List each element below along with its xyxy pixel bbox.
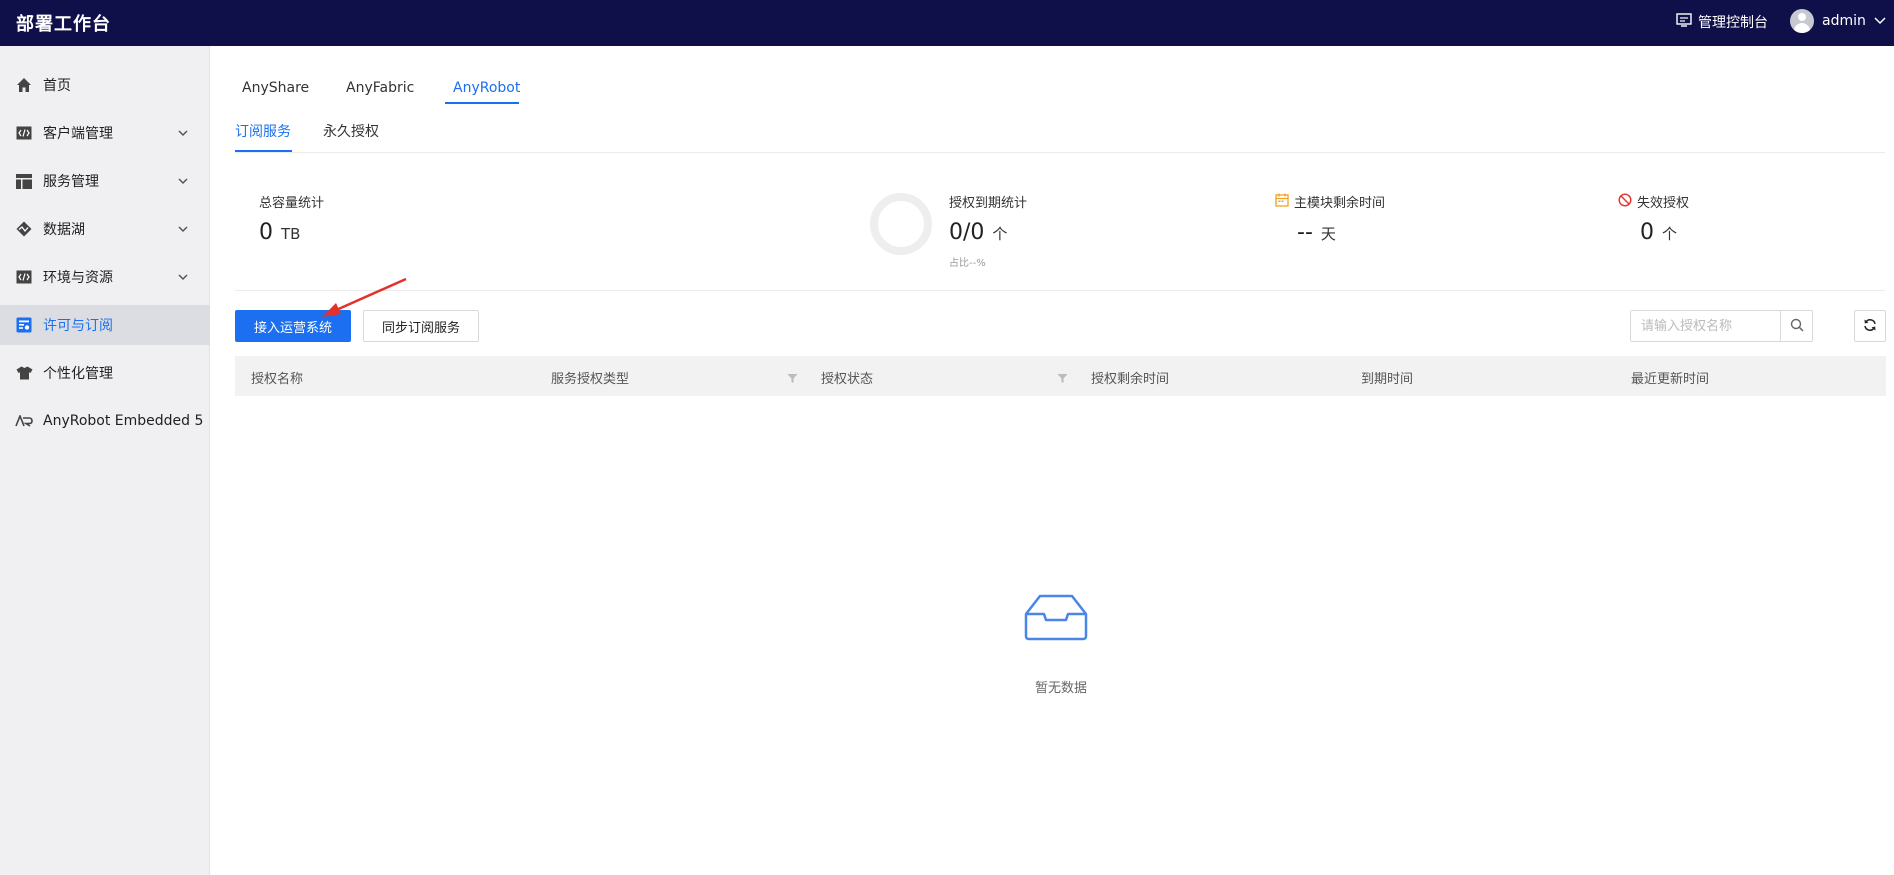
top-bar: 部署工作台 管理控制台 admin [0,0,1894,46]
code-window-icon [15,268,33,286]
avatar [1790,9,1814,33]
management-console-link[interactable]: 管理控制台 [1676,12,1768,32]
invalid-label-text: 失效授权 [1637,196,1690,211]
anyrobot-icon [15,412,33,430]
tab-permanent-license[interactable]: 永久授权 [323,121,379,141]
forbidden-icon [1618,192,1632,211]
sidebar-item-label: 环境与资源 [43,270,113,286]
sidebar-item-anyrobot-embedded[interactable]: AnyRobot Embedded 5 [0,401,210,441]
sidebar-item-data-lake[interactable]: 数据湖 [0,209,210,249]
remaining-label-text: 主模块剩余时间 [1294,196,1386,211]
filter-icon[interactable] [787,369,798,388]
sidebar-item-client-management[interactable]: 客户端管理 [0,113,210,153]
capacity-stat-value: 0 TB [259,220,300,245]
invalid-stat-label: 失效授权 [1618,192,1689,211]
console-icon [1676,13,1692,31]
sidebar-item-label: AnyRobot Embedded 5 [43,413,204,429]
refresh-icon [1863,317,1877,336]
remaining-stat-value: -- 天 [1297,220,1336,245]
capacity-value: 0 [259,220,273,245]
divider [235,152,1885,153]
column-header: 授权状态 [821,372,874,387]
tab-anyshare[interactable]: AnyShare [242,80,309,96]
column-header: 授权剩余时间 [1091,372,1170,387]
chevron-down-icon [178,269,188,285]
capacity-unit: TB [281,225,301,243]
tab-subscription-service[interactable]: 订阅服务 [235,121,291,141]
user-name: admin [1822,13,1866,29]
layout-icon [15,172,33,190]
invalid-unit: 个 [1662,225,1678,243]
sidebar-item-label: 客户端管理 [43,126,113,142]
remaining-stat-label: 主模块剩余时间 [1275,192,1385,211]
invalid-value: 0 [1640,220,1654,245]
filter-icon[interactable] [1057,369,1068,388]
column-header: 服务授权类型 [551,372,630,387]
pulse-icon [15,220,33,238]
sidebar-item-home[interactable]: 首页 [0,65,210,105]
expiry-stat-label: 授权到期统计 [949,196,1028,211]
capacity-stat-label: 总容量统计 [259,196,325,211]
main-content: AnyShare AnyFabric AnyRobot 订阅服务 永久授权 总容… [211,46,1894,875]
search-input[interactable] [1631,311,1780,341]
sync-subscription-button[interactable]: 同步订阅服务 [363,310,479,342]
tab-anyrobot[interactable]: AnyRobot [453,80,520,96]
search-icon [1790,317,1804,336]
expiry-unit: 个 [992,225,1008,243]
chevron-down-icon [178,125,188,141]
empty-inbox-icon [988,576,1124,686]
license-icon [15,316,33,334]
column-header: 到期时间 [1361,372,1414,387]
sidebar-item-license-subscription[interactable]: 许可与订阅 [0,305,210,345]
active-tab-indicator [445,102,519,104]
shirt-icon [15,364,33,382]
console-label: 管理控制台 [1698,15,1768,31]
calendar-icon [1275,193,1289,211]
expiry-donut-chart [870,193,932,255]
sidebar-item-label: 许可与订阅 [43,318,113,334]
remaining-unit: 天 [1320,225,1336,243]
refresh-button[interactable] [1854,310,1886,342]
app-title: 部署工作台 [16,14,111,35]
chevron-down-icon [178,221,188,237]
search-button[interactable] [1780,311,1812,341]
chevron-down-icon [178,173,188,189]
sidebar-item-label: 服务管理 [43,174,99,190]
sidebar: 首页 客户端管理 服务管理 数据湖 环境与资源 许可与订阅 个性化管理 AnyR… [0,46,210,875]
home-icon [15,76,33,94]
connect-operations-button[interactable]: 接入运营系统 [235,310,351,342]
sidebar-item-service-management[interactable]: 服务管理 [0,161,210,201]
sidebar-item-label: 个性化管理 [43,366,113,382]
divider [235,290,1885,291]
column-header: 最近更新时间 [1631,372,1710,387]
expiry-value: 0/0 [949,220,985,245]
expiry-ratio: 占比--% [949,258,986,269]
invalid-stat-value: 0个 [1640,220,1677,245]
chevron-down-icon [1874,13,1886,29]
empty-state-text: 暂无数据 [1034,681,1087,696]
sidebar-item-env-resources[interactable]: 环境与资源 [0,257,210,297]
column-header: 授权名称 [251,372,304,387]
search-box [1630,310,1813,342]
sidebar-item-label: 首页 [43,78,71,94]
sidebar-item-label: 数据湖 [43,222,85,238]
table-header: 授权名称 服务授权类型 授权状态 授权剩余时间 到期时间 最近更新时间 [235,356,1886,396]
user-menu[interactable]: admin [1790,9,1886,33]
expiry-stat-value: 0/0 个 [949,220,1007,245]
remaining-value: -- [1297,220,1313,245]
tab-anyfabric[interactable]: AnyFabric [346,80,414,96]
code-window-icon [15,124,33,142]
sidebar-item-personalization[interactable]: 个性化管理 [0,353,210,393]
